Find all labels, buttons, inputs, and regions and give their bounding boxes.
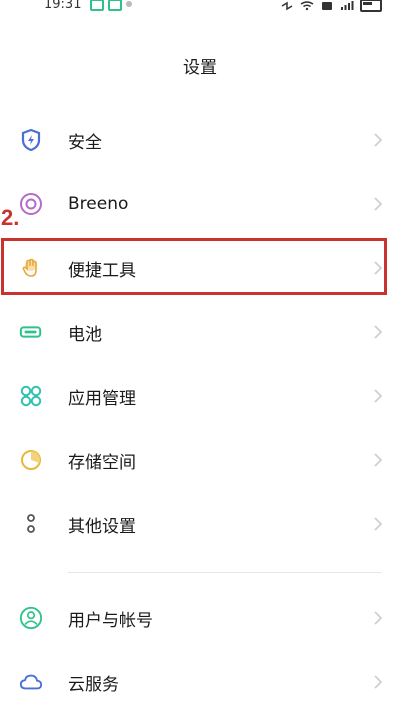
signal-icon (341, 0, 354, 10)
app-grid-icon (19, 384, 43, 408)
settings-item-label: Breeno (68, 194, 129, 214)
highlight-box (1, 238, 387, 295)
chevron-right-icon (374, 197, 383, 211)
notification-icons (90, 0, 132, 11)
chevron-right-icon (374, 325, 383, 339)
page-title: 设置 (183, 58, 217, 78)
settings-item-security[interactable]: 安全 (0, 108, 400, 172)
chevron-right-icon (374, 453, 383, 467)
chevron-right-icon (374, 675, 383, 689)
section-divider (68, 572, 382, 573)
chevron-right-icon (374, 517, 383, 531)
chevron-right-icon (374, 389, 383, 403)
nfc-icon (322, 1, 332, 10)
settings-item-breeno[interactable]: Breeno (0, 172, 400, 236)
shield-icon (19, 128, 43, 152)
settings-item-label: 其他设置 (68, 516, 136, 537)
status-bar: 19:31 (0, 0, 400, 20)
settings-item-label: 电池 (68, 324, 102, 345)
settings-item-label: 云服务 (68, 674, 119, 695)
chevron-right-icon (374, 133, 383, 147)
step-annotation-label: 2. (1, 205, 20, 230)
battery-icon (19, 320, 43, 344)
user-icon (19, 606, 43, 630)
settings-item-label: 存储空间 (68, 452, 136, 473)
notification-app-icon (108, 0, 122, 11)
wifi-icon (300, 0, 314, 10)
status-time: 19:31 (44, 0, 82, 12)
more-settings-icon (19, 512, 43, 536)
battery-status-icon (360, 0, 382, 12)
settings-item-storage[interactable]: 存储空间 (0, 428, 400, 492)
cloud-icon (19, 670, 43, 694)
bluetooth-icon (281, 1, 293, 10)
notification-app-icon (90, 0, 104, 11)
settings-item-battery[interactable]: 电池 (0, 300, 400, 364)
settings-item-other-settings[interactable]: 其他设置 (0, 492, 400, 556)
settings-item-cloud-service[interactable]: 云服务 (0, 650, 400, 714)
settings-item-app-management[interactable]: 应用管理 (0, 364, 400, 428)
system-status-icons (280, 0, 382, 12)
notification-dot-icon (126, 1, 132, 7)
settings-item-label: 应用管理 (68, 388, 136, 409)
settings-item-label: 用户与帐号 (68, 610, 153, 631)
storage-pie-icon (19, 448, 43, 472)
chevron-right-icon (374, 611, 383, 625)
settings-item-label: 安全 (68, 132, 102, 153)
breeno-icon (19, 192, 43, 216)
settings-item-users-accounts[interactable]: 用户与帐号 (0, 586, 400, 650)
